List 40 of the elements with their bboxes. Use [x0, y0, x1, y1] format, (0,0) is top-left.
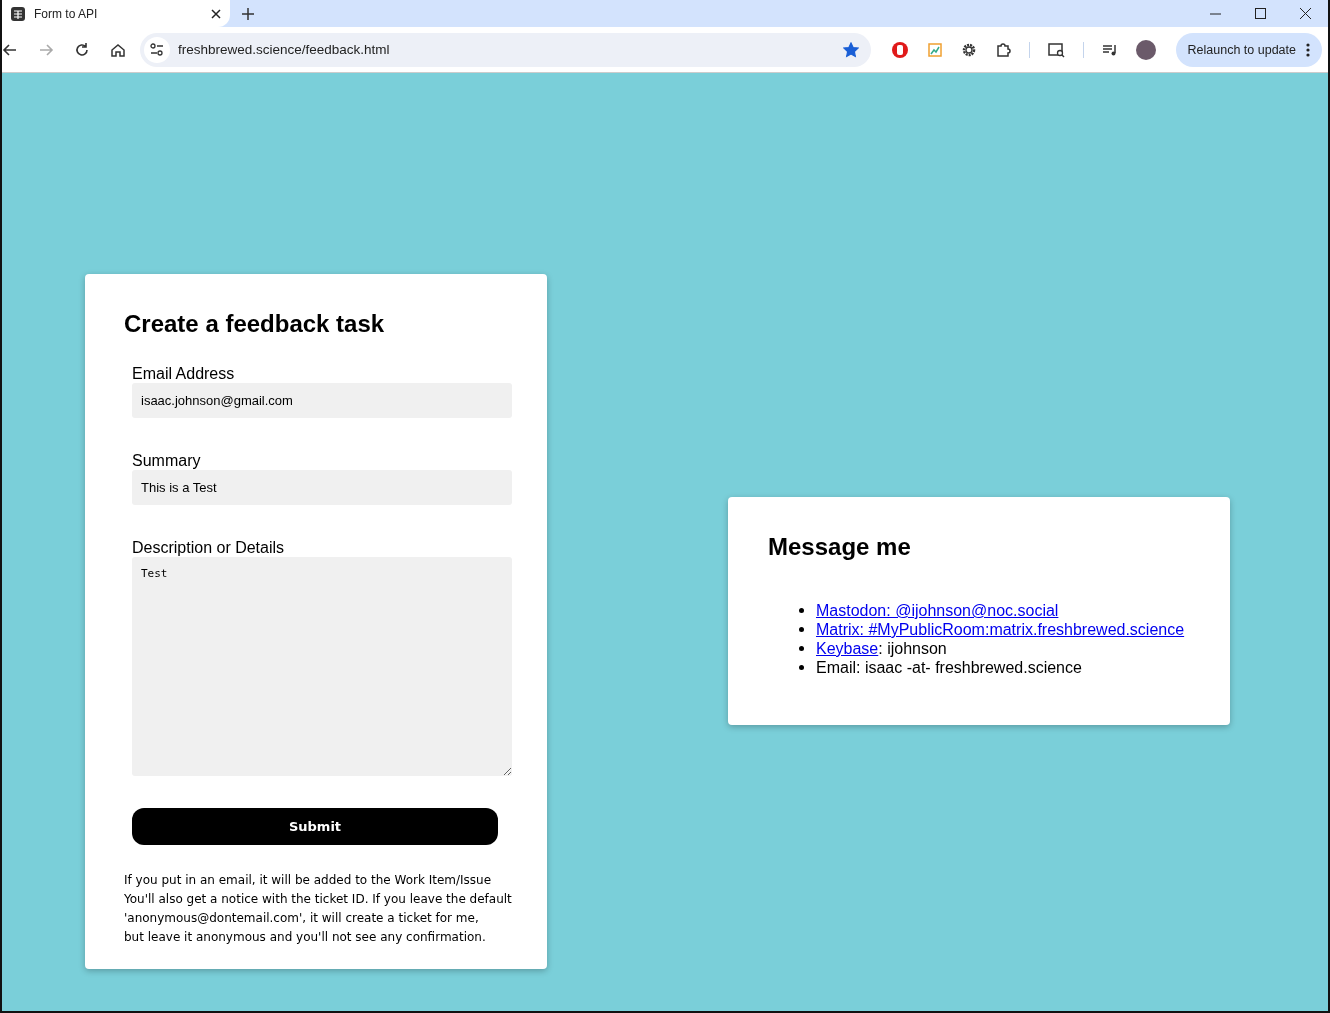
submit-button[interactable]: Submit	[132, 808, 498, 845]
field-label: Email Address	[132, 364, 236, 383]
bullet-icon	[799, 627, 804, 632]
star-icon[interactable]	[842, 41, 859, 58]
input-field[interactable]: This is a Test	[132, 470, 512, 505]
field-label: Description or Details	[132, 538, 286, 557]
contact-link[interactable]: Mastodon: @ijohnson@noc.social	[816, 601, 1059, 620]
gear-icon[interactable]	[960, 41, 977, 58]
bullet-icon	[799, 646, 804, 651]
puzzle-piece-icon[interactable]	[994, 41, 1011, 58]
site-settings-icon[interactable]	[149, 42, 165, 57]
bullet-icon	[799, 608, 804, 613]
close-icon[interactable]	[210, 7, 222, 20]
back-arrow-icon[interactable]	[2, 41, 18, 58]
contact-item: Email: isaac -at- freshbrewed.science	[816, 658, 1082, 677]
details-textarea[interactable]: Test	[132, 557, 512, 776]
bullet-icon	[799, 665, 804, 670]
contact-link[interactable]: Matrix: #MyPublicRoom:matrix.freshbrewed.science	[816, 620, 1185, 639]
form-title: Create a feedback task	[124, 310, 386, 338]
more-options-icon[interactable]	[1306, 42, 1310, 57]
chart-image-icon[interactable]	[926, 41, 943, 58]
relaunch-button[interactable]: Relaunch to update	[1175, 32, 1322, 67]
contact-title: Message me	[768, 533, 912, 561]
contact-link[interactable]: Keybase	[816, 640, 879, 657]
address-bar[interactable]: freshbrewed.science/feedback.html	[140, 32, 871, 67]
new-tab-icon[interactable]	[242, 7, 254, 20]
url-text: freshbrewed.science/feedback.html	[178, 42, 391, 57]
contact-item: Keybase: ijohnson	[816, 639, 947, 658]
window-search-icon[interactable]	[1047, 41, 1065, 58]
input-field[interactable]: isaac.johnson@gmail.com	[132, 383, 512, 418]
browser-tab[interactable]: Form to API	[2, 0, 230, 27]
note-paragraph: If you put in an email, it will be added to the Work Item/Issue You'll also get a notice with the ticket ID. If you leave the default 'anonymous@dontemail.com', it will create a ticket for me, but leave it anonymous and you'll not see any confirmation.	[124, 872, 513, 946]
home-icon[interactable]	[110, 41, 126, 58]
tab-title: Form to API	[34, 6, 99, 21]
reload-icon[interactable]	[74, 41, 90, 58]
field-label: Summary	[132, 451, 202, 470]
tab-favicon-icon[interactable]	[10, 5, 26, 22]
close-icon[interactable]	[1300, 8, 1311, 19]
maximize-icon[interactable]	[1255, 8, 1266, 19]
profile-avatar[interactable]	[1135, 39, 1156, 60]
